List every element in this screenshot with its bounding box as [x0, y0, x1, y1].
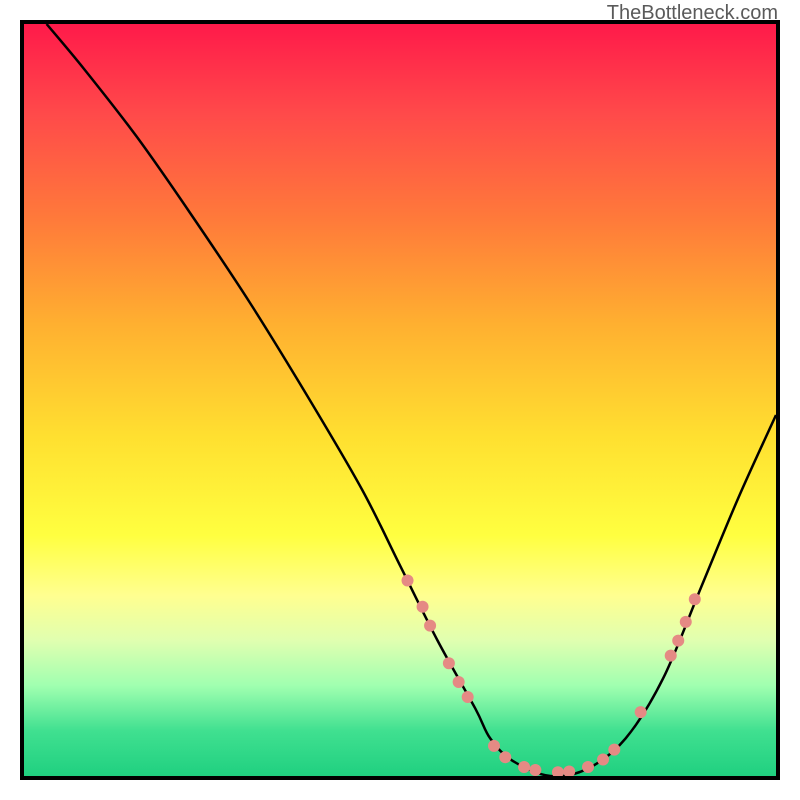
highlight-dot	[608, 744, 620, 756]
highlight-dot	[665, 650, 677, 662]
plot-area	[20, 20, 780, 780]
highlight-dot	[529, 764, 541, 776]
highlight-dot	[582, 761, 594, 773]
highlight-dot	[424, 620, 436, 632]
highlight-dot	[453, 676, 465, 688]
highlight-dot	[552, 766, 564, 776]
highlight-dot	[518, 761, 530, 773]
highlight-dot	[635, 706, 647, 718]
highlight-dot	[499, 751, 511, 763]
highlight-dot	[597, 753, 609, 765]
curve-svg	[24, 24, 776, 776]
highlight-dot	[488, 740, 500, 752]
bottleneck-curve	[47, 24, 776, 776]
highlight-dot	[563, 765, 575, 776]
highlight-dot	[689, 593, 701, 605]
highlight-dot	[680, 616, 692, 628]
chart-container: TheBottleneck.com	[0, 0, 800, 800]
highlight-dot	[402, 574, 414, 586]
highlight-dot	[443, 657, 455, 669]
highlight-dot	[672, 635, 684, 647]
highlight-dot	[417, 601, 429, 613]
highlight-dot	[462, 691, 474, 703]
